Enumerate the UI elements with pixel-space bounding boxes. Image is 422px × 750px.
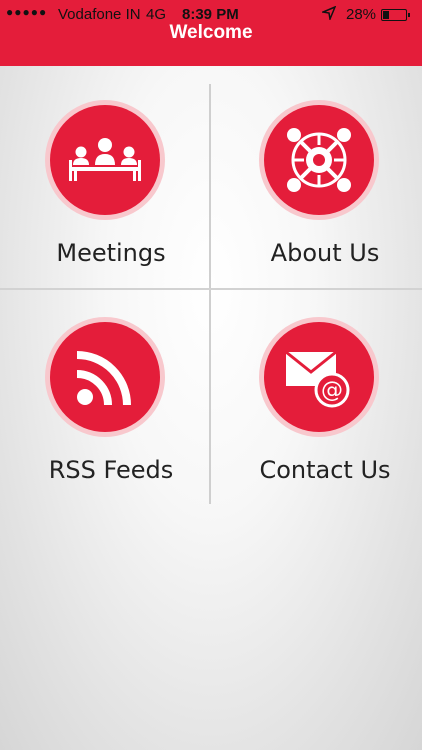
email-icon: @ [264,322,374,432]
about-us-label: About Us [270,239,380,267]
battery-percent: 28% [346,6,377,23]
rss-icon [50,322,160,432]
clock: 8:39 PM [182,6,239,23]
page-title: Welcome [169,22,253,43]
rss-feeds-tile[interactable]: RSS Feeds [16,322,206,512]
about-us-tile[interactable]: About Us [230,105,420,295]
contact-us-tile[interactable]: @ Contact Us [230,322,420,512]
meetings-label: Meetings [56,239,166,267]
network-type: 4G [146,6,167,23]
meeting-icon [50,105,160,215]
rss-feeds-label: RSS Feeds [48,456,174,484]
signal-strength: ●●●●● [6,5,48,19]
contact-us-label: Contact Us [259,456,391,484]
svg-text:@: @ [321,378,343,403]
grid-divider-vertical [209,84,211,504]
carrier-name: Vodafone IN [58,6,141,23]
battery-icon [381,9,410,21]
header-bar: ●●●●● Vodafone IN 4G 8:39 PM 28% Welcome [0,0,422,66]
meetings-tile[interactable]: Meetings [16,105,206,295]
network-people-icon [264,105,374,215]
